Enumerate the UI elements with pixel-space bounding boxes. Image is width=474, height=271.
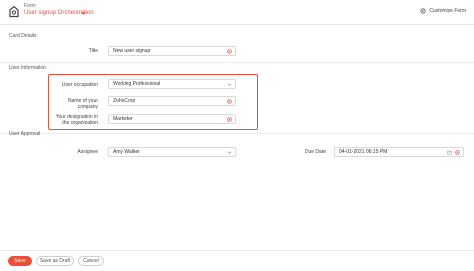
occupation-select[interactable]: Working Professional xyxy=(108,79,236,89)
save-button[interactable]: Save xyxy=(8,256,32,266)
due-date-value: 04-01-2021 06:15 PM xyxy=(339,149,388,155)
clear-icon[interactable] xyxy=(227,99,232,104)
designation-value: Marketer xyxy=(113,116,133,122)
chevron-down-icon[interactable] xyxy=(227,150,232,155)
section-user-approval: User Approval xyxy=(9,131,41,137)
assignee-label: Assignee xyxy=(77,149,98,155)
footer-bar: Save Save as Draft Cancel xyxy=(0,250,474,271)
title-label: Title xyxy=(88,48,98,54)
due-date-field[interactable]: 04-01-2021 06:15 PM xyxy=(334,147,464,157)
clear-icon[interactable] xyxy=(455,150,460,155)
gear-icon xyxy=(420,8,426,14)
form-logo-icon xyxy=(9,5,19,18)
title-value: New user signup xyxy=(113,48,151,54)
clear-icon[interactable] xyxy=(227,117,232,122)
divider xyxy=(0,133,474,134)
cancel-button[interactable]: Cancel xyxy=(78,256,104,266)
designation-label: Your designation in the organization xyxy=(55,114,98,126)
section-card-details: Card Details xyxy=(9,33,37,39)
section-user-information: User Information xyxy=(9,65,46,71)
chevron-down-icon[interactable] xyxy=(80,10,87,16)
occupation-value: Working Professional xyxy=(113,81,161,87)
divider xyxy=(0,62,474,63)
save-as-draft-button[interactable]: Save as Draft xyxy=(36,256,74,266)
assignee-value: Amy Walker xyxy=(113,149,140,155)
form-kicker: Form xyxy=(24,3,36,9)
calendar-icon[interactable] xyxy=(447,150,452,155)
due-date-label: Due Date xyxy=(304,149,326,155)
company-label: Name of your company xyxy=(67,98,98,110)
clear-icon[interactable] xyxy=(227,49,232,54)
chevron-down-icon[interactable] xyxy=(227,82,232,87)
designation-field[interactable]: Marketer xyxy=(108,114,236,124)
customize-form-button[interactable]: Customize Form xyxy=(420,8,466,14)
company-field[interactable]: ZohoCorp xyxy=(108,96,236,106)
customize-form-label: Customize Form xyxy=(429,8,466,14)
company-value: ZohoCorp xyxy=(113,98,136,104)
top-header: Form User signup Orchestration Customize… xyxy=(0,0,474,25)
occupation-label: User occupation xyxy=(61,82,98,88)
assignee-select[interactable]: Amy Walker xyxy=(108,147,236,157)
title-field[interactable]: New user signup xyxy=(108,46,236,56)
